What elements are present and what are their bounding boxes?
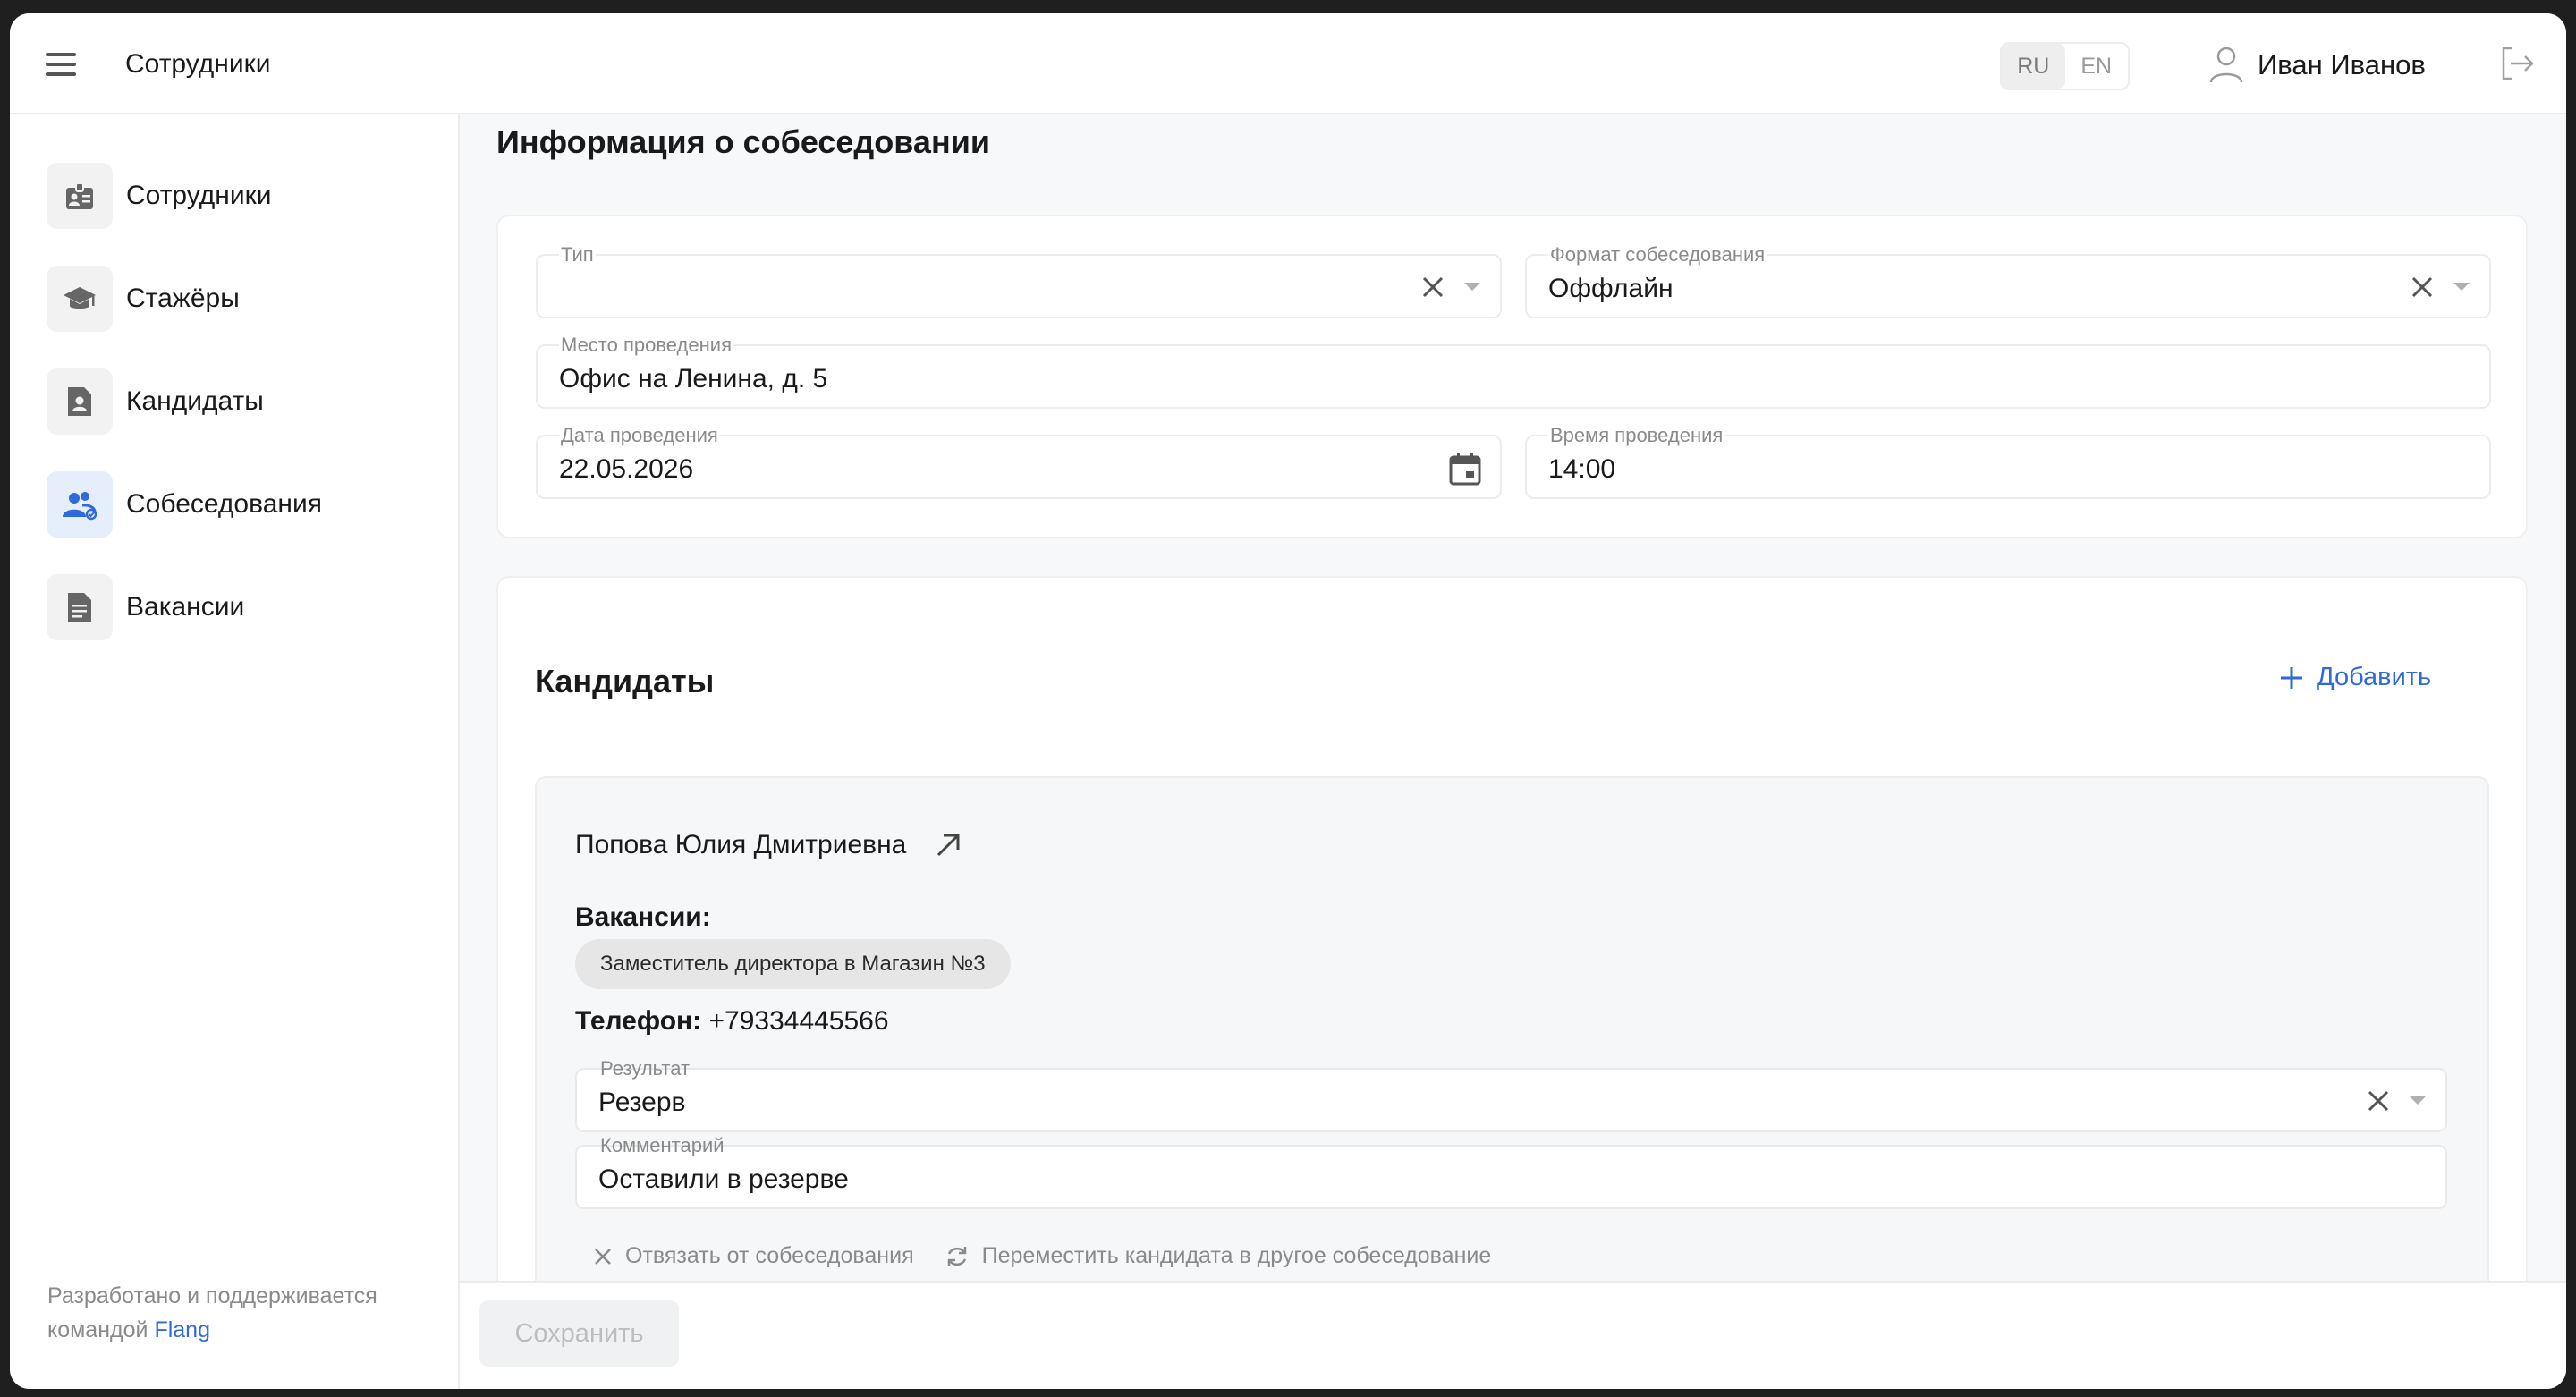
chevron-down-icon[interactable] xyxy=(2410,1096,2426,1105)
plus-icon xyxy=(2281,666,2302,689)
open-link-icon[interactable] xyxy=(933,830,963,860)
field-label: Время проведения xyxy=(1548,424,1725,447)
clear-icon[interactable] xyxy=(1419,274,1446,301)
field-label: Дата проведения xyxy=(559,424,720,447)
sidebar-item-interns[interactable]: Стажёры xyxy=(47,266,240,332)
vacancy-chip[interactable]: Заместитель директора в Магазин №3 xyxy=(575,939,1011,989)
top-bar: Сотрудники RU EN Иван Иванов xyxy=(10,13,2566,114)
candidates-title: Кандидаты xyxy=(535,663,715,699)
comment-input[interactable]: Комментарий Оставили в резерве xyxy=(575,1134,2447,1209)
chevron-down-icon[interactable] xyxy=(1464,283,1480,291)
field-label: Результат xyxy=(600,1057,691,1080)
unlink-label: Отвязать от собеседования xyxy=(625,1243,914,1268)
sidebar: Сотрудники Стажёры Кандидаты Собеседован… xyxy=(10,114,460,1389)
field-label: Комментарий xyxy=(600,1134,724,1156)
logout-icon[interactable] xyxy=(2496,43,2538,84)
app-window: Сотрудники RU EN Иван Иванов Сотрудники … xyxy=(10,13,2566,1389)
user-icon xyxy=(2209,47,2243,83)
close-icon xyxy=(595,1248,611,1265)
place-input[interactable]: Место проведения Офис на Ленина, д. 5 xyxy=(536,334,2491,409)
main-content: Информация о собеседовании Тип Формат со… xyxy=(460,114,2566,1389)
field-value: Офис на Ленина, д. 5 xyxy=(559,364,828,394)
move-candidate-label: Переместить кандидата в другое собеседов… xyxy=(981,1243,1492,1268)
sidebar-item-interviews[interactable]: Собеседования xyxy=(47,471,322,538)
lang-ru-button[interactable]: RU xyxy=(2002,44,2065,89)
lang-en-button[interactable]: EN xyxy=(2065,44,2129,89)
save-bar: Сохранить xyxy=(460,1281,2566,1389)
footer-credit: Разработано и поддерживается командой Fl… xyxy=(47,1279,441,1347)
badge-icon xyxy=(47,163,113,229)
refresh-icon xyxy=(947,1246,966,1266)
field-value: Оффлайн xyxy=(1548,274,1674,303)
sidebar-item-label: Сотрудники xyxy=(126,181,272,210)
add-candidate-button[interactable]: Добавить xyxy=(2279,663,2431,692)
person-document-icon xyxy=(47,368,113,435)
time-input[interactable]: Время проведения 14:00 xyxy=(1525,424,2491,499)
user-name[interactable]: Иван Иванов xyxy=(2258,49,2426,81)
field-value: Резерв xyxy=(598,1088,686,1117)
field-label: Формат собеседования xyxy=(1548,243,1767,267)
candidate-name-text[interactable]: Попова Юлия Дмитриевна xyxy=(575,830,906,860)
graduation-cap-icon xyxy=(47,266,113,332)
phone-row: Телефон: +79334445566 xyxy=(575,1006,889,1037)
vacancies-label: Вакансии: xyxy=(575,902,711,932)
interview-info-card: Тип Формат собеседования Оффлайн Место п… xyxy=(496,215,2528,538)
format-select[interactable]: Формат собеседования Оффлайн xyxy=(1525,243,2491,318)
save-button[interactable]: Сохранить xyxy=(479,1300,679,1367)
sidebar-item-label: Стажёры xyxy=(126,284,240,313)
footer-text: Разработано и поддерживается командой xyxy=(47,1283,377,1342)
document-icon xyxy=(47,574,113,640)
clear-icon[interactable] xyxy=(2365,1088,2392,1114)
unlink-button[interactable]: Отвязать от собеседования xyxy=(593,1243,914,1269)
group-icon xyxy=(47,471,113,538)
add-candidate-label: Добавить xyxy=(2317,663,2432,691)
menu-icon[interactable] xyxy=(46,53,76,76)
footer-link[interactable]: Flang xyxy=(154,1317,210,1342)
field-value: 14:00 xyxy=(1548,454,1616,484)
calendar-icon[interactable] xyxy=(1448,451,1482,487)
page-title: Информация о собеседовании xyxy=(496,123,990,160)
sidebar-item-vacancies[interactable]: Вакансии xyxy=(47,574,244,640)
phone-value: +79334445566 xyxy=(708,1006,889,1036)
date-input[interactable]: Дата проведения 22.05.2026 xyxy=(536,424,1502,499)
field-value: 22.05.2026 xyxy=(559,454,694,484)
field-label: Тип xyxy=(559,243,596,267)
sidebar-item-label: Кандидаты xyxy=(126,386,264,416)
field-label: Место проведения xyxy=(559,334,733,357)
sidebar-item-candidates[interactable]: Кандидаты xyxy=(47,368,264,435)
language-switcher: RU EN xyxy=(2000,42,2130,90)
field-value: Оставили в резерве xyxy=(598,1164,849,1194)
candidate-actions: Отвязать от собеседования Переместить ка… xyxy=(593,1243,1521,1269)
sidebar-item-label: Вакансии xyxy=(126,592,245,622)
move-candidate-button[interactable]: Переместить кандидата в другое собеседов… xyxy=(945,1243,1492,1269)
phone-label: Телефон: xyxy=(575,1006,702,1036)
chevron-down-icon[interactable] xyxy=(2453,283,2470,291)
clear-icon[interactable] xyxy=(2409,274,2436,301)
app-title: Сотрудники xyxy=(125,49,271,79)
candidates-card: Кандидаты Добавить Попова Юлия Дмитриевн… xyxy=(496,576,2528,1389)
result-select[interactable]: Результат Резерв xyxy=(575,1057,2447,1132)
type-select[interactable]: Тип xyxy=(536,243,1502,318)
candidate-name: Попова Юлия Дмитриевна xyxy=(575,830,963,860)
sidebar-item-employees[interactable]: Сотрудники xyxy=(47,163,272,229)
sidebar-item-label: Собеседования xyxy=(126,489,322,519)
